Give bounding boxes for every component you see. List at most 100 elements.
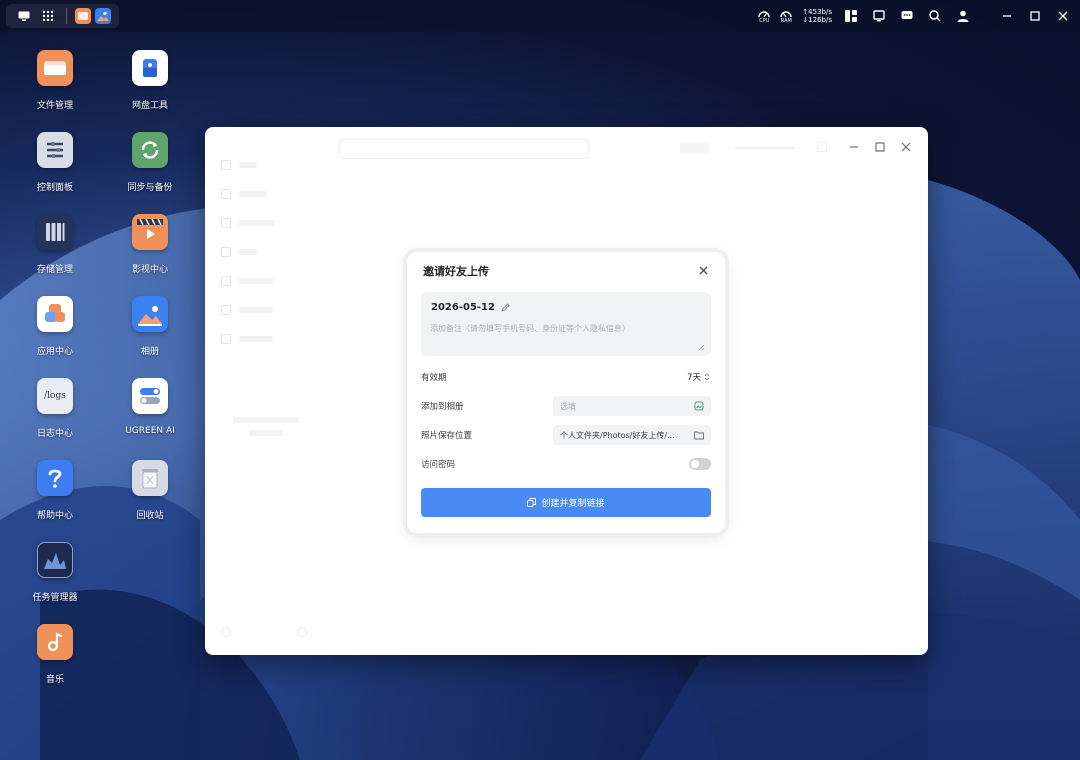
folder-icon xyxy=(694,431,704,439)
maximize-button[interactable] xyxy=(1026,7,1044,25)
desktop-icon-label: 应用中心 xyxy=(36,347,73,357)
settings-icon[interactable] xyxy=(221,627,231,637)
filter-icon[interactable] xyxy=(817,142,827,152)
refresh-icon[interactable] xyxy=(297,627,307,637)
desktop-icon-label: 控制面板 xyxy=(36,183,73,193)
note-textarea[interactable]: 2026-05-12 添加备注（请勿填写手机号码、身份证等个人隐私信息） xyxy=(421,292,711,356)
show-desktop-button[interactable] xyxy=(14,6,34,26)
link-date[interactable]: 2026-05-12 xyxy=(431,302,510,313)
desktop-icon-task-manager[interactable]: 任务管理器 xyxy=(15,542,95,603)
app-launcher-button[interactable] xyxy=(38,6,58,26)
desktop-icon-file-manager[interactable]: 文件管理 xyxy=(15,50,95,111)
minimize-all-button[interactable] xyxy=(998,7,1016,25)
desktop-icon-music[interactable]: 音乐 xyxy=(15,624,95,685)
desktop-icon-label: 任务管理器 xyxy=(32,593,78,603)
copy-icon xyxy=(527,498,537,507)
sidebar-item[interactable] xyxy=(221,276,273,286)
window-minimize-button[interactable] xyxy=(845,138,863,156)
taskbar-divider xyxy=(66,8,67,24)
folder-icon xyxy=(37,50,73,86)
sidebar-hint-placeholder xyxy=(233,417,299,423)
search-input[interactable] xyxy=(339,139,589,159)
sidebar-item[interactable] xyxy=(221,160,257,170)
sidebar-item-placeholder xyxy=(239,278,273,284)
edit-pencil-icon[interactable] xyxy=(501,303,510,312)
resize-handle-icon[interactable] xyxy=(698,344,705,351)
close-button[interactable] xyxy=(1054,7,1072,25)
sidebar-item[interactable] xyxy=(221,247,257,257)
maximize-icon xyxy=(1030,11,1040,21)
photos-icon xyxy=(97,11,109,21)
taskbar-tray: CPU RAM ↑453b/s ↓126b/s xyxy=(758,0,1072,32)
desktop-icon-storage-manager[interactable]: 存储管理 xyxy=(15,214,95,275)
validity-row: 有效期 7天 xyxy=(421,367,711,387)
sidebar-item[interactable] xyxy=(221,305,273,315)
task-manager-icon xyxy=(37,542,73,578)
trash-icon xyxy=(132,460,168,496)
sidebar-item[interactable] xyxy=(221,189,267,199)
storage-icon xyxy=(37,214,73,250)
desktop-icon-help-center[interactable]: 帮助中心 xyxy=(15,460,95,521)
sidebar-item-placeholder xyxy=(239,249,257,255)
sidebar-item-placeholder xyxy=(239,162,257,168)
dialog-close-button[interactable] xyxy=(697,264,709,276)
desktop-icon-label: 影视中心 xyxy=(131,265,168,275)
desktop-icon-label: 网盘工具 xyxy=(131,101,168,111)
desktop-icon-log-center[interactable]: /logs 日志中心 xyxy=(15,378,95,439)
widgets-button[interactable] xyxy=(842,7,860,25)
create-button-label: 创建并复制链接 xyxy=(541,499,605,509)
desktop-icon-control-panel[interactable]: 控制面板 xyxy=(15,132,95,193)
grid-icon xyxy=(42,10,54,22)
invite-upload-dialog: 邀请好友上传 2026-05-12 添加备注（请勿填写手机号码、身份证等个人隐私… xyxy=(407,252,725,533)
save-location-select[interactable]: 个人文件夹/Photos/好友上传/... xyxy=(553,425,711,445)
video-icon xyxy=(132,214,168,250)
desktop-icon-label: 存储管理 xyxy=(36,265,73,275)
desktop-icon-video-center[interactable]: 影视中心 xyxy=(110,214,190,275)
network-speed[interactable]: ↑453b/s ↓126b/s xyxy=(802,8,832,24)
desktop-icon-label: UGREEN AI xyxy=(125,426,175,436)
desktop-icon-photos[interactable]: 相册 xyxy=(110,296,190,357)
sidebar-item-icon xyxy=(221,276,231,286)
window-maximize-button[interactable] xyxy=(871,138,889,156)
taskbar-photos[interactable] xyxy=(95,8,111,24)
desktop-icon-app-center[interactable]: 应用中心 xyxy=(15,296,95,357)
ram-monitor[interactable]: RAM xyxy=(780,9,793,24)
cpu-label: CPU xyxy=(759,17,770,24)
user-icon xyxy=(957,10,969,22)
validity-select[interactable]: 7天 xyxy=(687,371,711,383)
save-location-row: 照片保存位置 个人文件夹/Photos/好友上传/... xyxy=(421,425,711,445)
zoom-slider[interactable] xyxy=(735,147,795,149)
create-copy-link-button[interactable]: 创建并复制链接 xyxy=(421,488,711,517)
minimize-icon xyxy=(850,146,858,148)
desktop-icon-ugreen-ai[interactable]: UGREEN AI xyxy=(110,378,190,436)
search-button[interactable] xyxy=(926,7,944,25)
dialog-title: 邀请好友上传 xyxy=(423,265,489,278)
messages-button[interactable] xyxy=(898,7,916,25)
gauge-icon xyxy=(780,10,793,17)
taskbar: CPU RAM ↑453b/s ↓126b/s xyxy=(0,0,1080,32)
sidebar-item[interactable] xyxy=(221,218,275,228)
cpu-monitor[interactable]: CPU xyxy=(758,9,771,24)
desktop-icon-recycle-bin[interactable]: 回收站 xyxy=(110,460,190,521)
sidebar-item[interactable] xyxy=(221,334,273,344)
album-select[interactable]: 选填 xyxy=(553,396,711,416)
save-location-label: 照片保存位置 xyxy=(421,431,473,441)
password-row: 访问密码 xyxy=(421,454,711,474)
taskbar-file-manager[interactable] xyxy=(75,8,91,24)
user-button[interactable] xyxy=(954,7,972,25)
password-toggle-wrap xyxy=(689,458,711,470)
note-placeholder: 添加备注（请勿填写手机号码、身份证等个人隐私信息） xyxy=(430,324,630,333)
password-toggle[interactable] xyxy=(689,458,711,470)
sidebar-item-placeholder xyxy=(239,336,273,342)
monitor-button[interactable] xyxy=(870,7,888,25)
window-close-button[interactable] xyxy=(897,138,915,156)
ram-label: RAM xyxy=(780,17,792,24)
desktop-icon-label: 日志中心 xyxy=(36,429,73,439)
sidebar-item-placeholder xyxy=(239,307,273,313)
logs-icon: /logs xyxy=(37,378,73,414)
desktop-icon-sync-backup[interactable]: 同步与备份 xyxy=(110,132,190,193)
desktop-icon-netdisk-tools[interactable]: 网盘工具 xyxy=(110,50,190,111)
add-button[interactable] xyxy=(680,143,710,153)
sidebar-item-icon xyxy=(221,334,231,344)
sidebar-item-placeholder xyxy=(239,220,275,226)
